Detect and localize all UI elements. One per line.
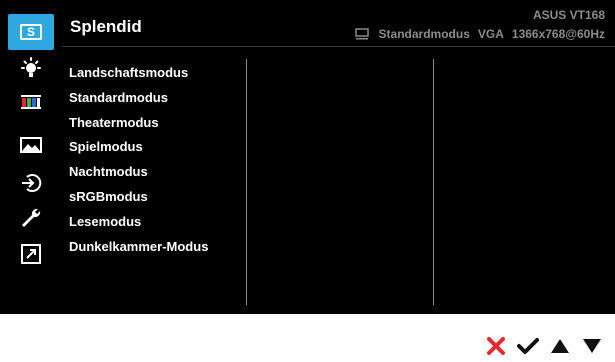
menu-item-srgb[interactable]: sRGBmodus xyxy=(69,185,208,210)
splendid-s-icon: S xyxy=(20,24,42,40)
brightness-icon xyxy=(21,57,41,77)
model-name: ASUS VT168 xyxy=(532,8,605,22)
osd-menu: S Splendid ASUS VT168 Standardmodus VGA … xyxy=(0,0,615,314)
menu-item-landscape[interactable]: Landschaftsmodus xyxy=(69,61,208,86)
header: Splendid ASUS VT168 Standardmodus VGA 13… xyxy=(62,0,615,47)
shortcut-icon xyxy=(21,244,41,264)
sidebar-item-input[interactable] xyxy=(0,171,62,195)
input-source: VGA xyxy=(477,27,504,41)
color-bars-icon xyxy=(21,95,41,109)
menu-item-theater[interactable]: Theatermodus xyxy=(69,111,208,136)
input-select-icon xyxy=(22,174,42,192)
down-button[interactable] xyxy=(581,336,603,356)
control-bar xyxy=(485,336,603,356)
close-icon xyxy=(487,337,505,355)
menu-item-reading[interactable]: Lesemodus xyxy=(69,210,208,235)
sidebar-item-splendid[interactable]: S xyxy=(8,14,54,50)
menu-item-standard[interactable]: Standardmodus xyxy=(69,86,208,111)
confirm-button[interactable] xyxy=(517,336,539,356)
current-mode: Standardmodus xyxy=(378,27,470,41)
image-icon xyxy=(20,137,42,153)
sidebar-item-image[interactable] xyxy=(0,133,62,157)
menu-item-darkroom[interactable]: Dunkelkammer-Modus xyxy=(69,235,208,260)
sidebar-item-color[interactable] xyxy=(0,90,62,114)
sidebar-item-shortcut[interactable] xyxy=(0,242,62,266)
checkmark-icon xyxy=(517,338,539,354)
menu-item-game[interactable]: Spielmodus xyxy=(69,135,208,160)
exit-button[interactable] xyxy=(485,336,507,356)
resolution: 1366x768@60Hz xyxy=(511,27,605,41)
column-divider xyxy=(433,59,434,305)
down-arrow-icon xyxy=(583,339,601,353)
up-arrow-icon xyxy=(551,339,569,353)
sidebar-item-brightness[interactable] xyxy=(0,57,62,81)
sidebar-item-system[interactable] xyxy=(0,206,62,230)
monitor-icon xyxy=(354,28,369,40)
menu-item-night[interactable]: Nachtmodus xyxy=(69,160,208,185)
page-title: Splendid xyxy=(70,17,142,36)
up-button[interactable] xyxy=(549,336,571,356)
status-line: Standardmodus VGA 1366x768@60Hz xyxy=(354,27,605,41)
wrench-icon xyxy=(22,208,41,227)
splendid-mode-list: Landschaftsmodus Standardmodus Theatermo… xyxy=(69,61,208,259)
content-panel: Landschaftsmodus Standardmodus Theatermo… xyxy=(62,47,615,314)
column-divider xyxy=(246,59,247,305)
sidebar: S xyxy=(0,0,62,314)
